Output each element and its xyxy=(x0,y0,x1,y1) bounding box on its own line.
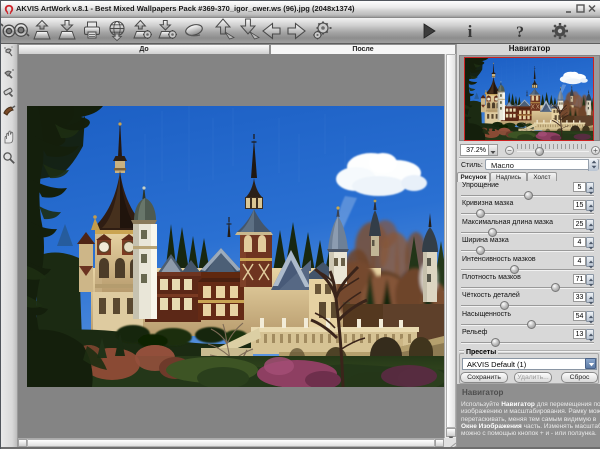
svg-text:i: i xyxy=(468,22,473,41)
svg-text:?: ? xyxy=(516,24,524,41)
